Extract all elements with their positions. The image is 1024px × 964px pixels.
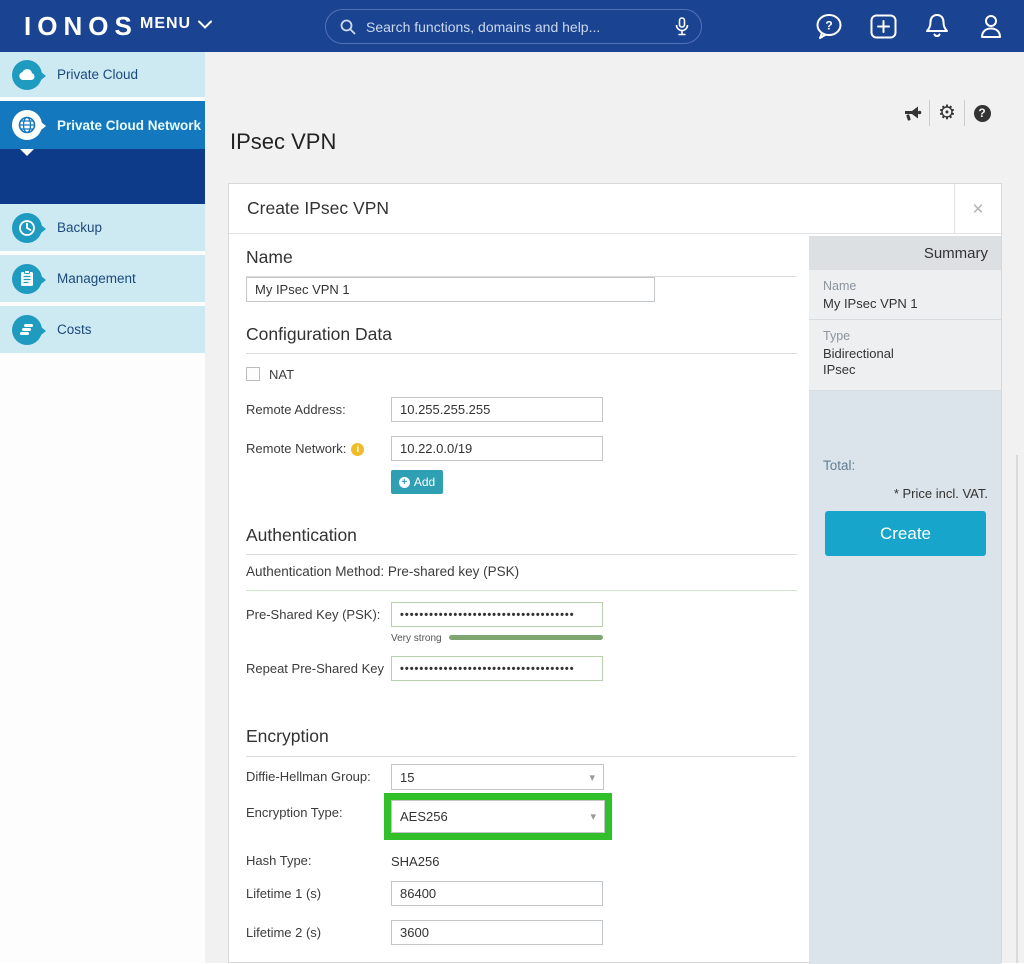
lifetime2-input[interactable] (391, 920, 603, 945)
psk-password-input[interactable] (391, 602, 603, 627)
section-divider (246, 353, 797, 354)
search-icon (340, 19, 356, 35)
sidebar-item-private-cloud-network[interactable]: Private Cloud Network (0, 101, 205, 156)
hash-type-value: SHA256 (391, 854, 440, 869)
create-new-button[interactable] (868, 11, 898, 41)
summary-name-label: Name (823, 279, 857, 293)
sidebar-item-costs[interactable]: Costs (0, 306, 205, 353)
account-user-button[interactable] (976, 11, 1006, 41)
vat-note: * Price incl. VAT. (893, 486, 988, 501)
password-strength-label: Very strong (391, 633, 442, 644)
psk-label: Pre-Shared Key (PSK): (246, 607, 381, 622)
sidebar-item-label: Private Cloud Network (57, 117, 202, 133)
remote-network-label: Remote Network: i (246, 436, 365, 461)
sidebar-navigation: Private Cloud Private Cloud Network IP A… (0, 52, 205, 963)
info-icon[interactable]: i (351, 443, 365, 456)
search-bar[interactable] (325, 9, 702, 44)
remote-address-label: Remote Address: (246, 402, 346, 417)
chevron-down-icon: ▾ (590, 811, 596, 823)
page-title: IPsec VPN (230, 129, 337, 154)
chevron-down-icon (198, 20, 213, 29)
cloud-icon (12, 59, 46, 90)
repeat-psk-password-input[interactable] (391, 656, 603, 681)
chevron-down-icon: ▾ (589, 771, 595, 784)
sidebar-item-label: Management (57, 271, 136, 286)
menu-label: MENU (140, 15, 192, 32)
encryption-type-select[interactable]: AES256 ▾ (391, 800, 605, 833)
auth-method-divider (246, 590, 797, 591)
section-divider (246, 756, 797, 757)
summary-type-section: Type Bidirectional IPsec (809, 320, 1001, 391)
summary-total-label: Total: (823, 458, 856, 473)
nat-label: NAT (269, 367, 295, 382)
sidebar-item-label: Costs (57, 322, 92, 337)
top-navigation-bar: IONOS MENU ? (0, 0, 1024, 52)
summary-name-section: Name My IPsec VPN 1 (809, 270, 1001, 320)
password-strength-bar (449, 635, 603, 640)
sidebar-item-label: Private Cloud (57, 67, 139, 82)
scrollbar[interactable] (1016, 455, 1018, 963)
create-ipsec-vpn-dialog: Create IPsec VPN ✕ Name Configuration Da… (228, 183, 1002, 964)
sidebar-item-private-cloud[interactable]: Private Cloud (0, 52, 205, 99)
summary-type-label: Type (823, 329, 851, 343)
remote-network-input[interactable] (391, 436, 603, 461)
search-input[interactable] (366, 18, 675, 35)
ionos-logo: IONOS (24, 11, 138, 41)
microphone-icon[interactable] (675, 17, 689, 36)
close-icon[interactable]: ✕ (954, 184, 1001, 234)
announcements-megaphone-icon[interactable] (895, 99, 929, 127)
menu-button[interactable]: MENU (140, 15, 213, 33)
topbar-action-icons: ? (814, 0, 1006, 52)
sidebar-item-label: Backup (57, 220, 103, 235)
summary-type-value: IPsec (823, 362, 856, 377)
lifetime1-input[interactable] (391, 881, 603, 906)
dh-group-select[interactable]: 15 ▾ (391, 764, 604, 790)
dialog-header: Create IPsec VPN ✕ (229, 184, 1001, 234)
nat-checkbox[interactable] (246, 367, 260, 381)
lifetime2-label: Lifetime 2 (s) (246, 925, 322, 940)
dh-group-label: Diffie-Hellman Group: (246, 769, 371, 784)
summary-type-value: Bidirectional (823, 346, 894, 361)
create-button[interactable]: Create (825, 511, 986, 556)
help-chat-button[interactable]: ? (814, 11, 844, 41)
summary-name-value: My IPsec VPN 1 (823, 296, 918, 311)
authentication-method-text: Authentication Method: Pre-shared key (P… (246, 564, 520, 579)
summary-title: Summary (809, 236, 1001, 270)
lifetime1-label: Lifetime 1 (s) (246, 886, 322, 901)
settings-gear-icon[interactable]: ⚙ (930, 99, 964, 127)
section-divider (246, 554, 797, 555)
help-icon[interactable]: ? (965, 99, 999, 127)
page-header-icons: ⚙ ? (895, 99, 999, 127)
active-item-pointer (20, 149, 34, 156)
network-globe-icon (12, 110, 46, 140)
section-heading-configuration: Configuration Data (246, 324, 392, 344)
dialog-title: Create IPsec VPN (247, 198, 389, 218)
section-heading-name: Name (246, 247, 293, 267)
vpn-name-input[interactable] (246, 277, 655, 302)
coins-icon (12, 314, 46, 345)
sidebar-item-backup[interactable]: Backup (0, 204, 205, 251)
hash-type-label: Hash Type: (246, 853, 312, 868)
notifications-bell-button[interactable] (922, 11, 952, 41)
summary-panel: Summary Name My IPsec VPN 1 Type Bidirec… (809, 236, 1001, 964)
remote-address-input[interactable] (391, 397, 603, 422)
clipboard-icon (12, 263, 46, 294)
section-heading-encryption: Encryption (246, 726, 329, 746)
highlight-annotation-box: AES256 ▾ (384, 793, 612, 840)
backup-clock-icon (12, 212, 46, 243)
section-heading-authentication: Authentication (246, 525, 357, 545)
plus-circle-icon: + (398, 476, 410, 488)
repeat-psk-label: Repeat Pre-Shared Key (246, 661, 385, 676)
sidebar-item-management[interactable]: Management (0, 255, 205, 302)
encryption-type-label: Encryption Type: (246, 805, 343, 820)
svg-text:?: ? (825, 19, 832, 33)
add-network-button[interactable]: + Add (391, 470, 443, 494)
